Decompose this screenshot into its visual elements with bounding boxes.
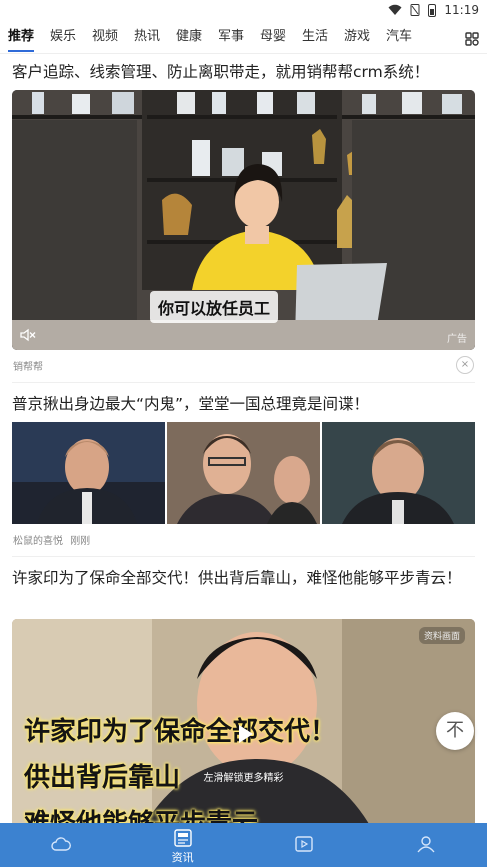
user-icon (417, 836, 435, 853)
tab-0[interactable]: 推荐 (8, 26, 50, 52)
tab-9[interactable]: 汽车 (386, 26, 428, 48)
news-time: 刚刚 (70, 536, 91, 547)
nav-item-news[interactable]: 资讯 (122, 823, 244, 867)
nav-item-video[interactable] (244, 823, 366, 867)
status-time: 11:19 (444, 3, 479, 17)
news-video[interactable]: 资料画面 许家印为了保命全部交代！ 供出背后靠山 难怪他能够平步青云 左滑解锁更… (12, 619, 475, 829)
play-icon[interactable] (228, 718, 260, 750)
tab-6[interactable]: 母婴 (260, 26, 302, 48)
news-image-3 (322, 422, 475, 524)
news-icon (173, 829, 192, 847)
cloud-icon (51, 837, 71, 851)
nav-item-profile[interactable] (365, 823, 487, 867)
tab-3[interactable]: 热讯 (134, 26, 176, 48)
news-image-2 (167, 422, 320, 524)
ad-video[interactable]: 你可以放任员工 广告 (12, 90, 475, 350)
ad-source: 销帮帮 (13, 362, 43, 373)
bottom-nav: 资讯 (0, 823, 487, 867)
status-bar: 11:19 (0, 0, 487, 22)
sim-icon (410, 4, 420, 16)
news-image-1 (12, 422, 165, 524)
category-tab-bar: 推荐 娱乐 视频 热讯 健康 军事 母婴 生活 游戏 汽车 (0, 22, 487, 54)
swipe-hint: 左滑解锁更多精彩 (203, 773, 284, 784)
back-to-top-button[interactable]: 不 (436, 712, 474, 750)
tab-2[interactable]: 视频 (92, 26, 134, 48)
mute-icon[interactable] (20, 328, 36, 342)
divider (12, 382, 475, 383)
news-meta: 松鼠的喜悦 刚刚 (13, 532, 90, 547)
battery-icon (428, 3, 437, 17)
news-source: 松鼠的喜悦 (13, 536, 63, 547)
video-icon (295, 836, 314, 852)
ad-title[interactable]: 客户追踪、线索管理、防止离职带走，就用销帮帮crm系统！ (12, 58, 429, 86)
tab-8[interactable]: 游戏 (344, 26, 386, 48)
divider (12, 556, 475, 557)
source-tag: 资料画面 (418, 627, 465, 644)
tab-1[interactable]: 娱乐 (50, 26, 92, 48)
close-ad-button[interactable]: × (456, 356, 474, 374)
tab-5[interactable]: 军事 (218, 26, 260, 48)
wifi-icon (388, 4, 402, 15)
category-grid-icon[interactable] (465, 32, 479, 46)
news-title[interactable]: 许家印为了保命全部交代！供出背后靠山，难怪他能够平步青云！ (12, 564, 475, 592)
nav-item-home[interactable] (0, 823, 122, 867)
news-image-row[interactable] (12, 422, 475, 524)
ad-video-caption: 你可以放任员工 (150, 291, 279, 323)
tab-4[interactable]: 健康 (176, 26, 218, 48)
tab-7[interactable]: 生活 (302, 26, 344, 48)
nav-label-news: 资讯 (171, 851, 194, 864)
ad-label: 广告 (447, 334, 467, 345)
video-subtitle-line-1: 许家印为了保命全部交代！ (24, 717, 337, 747)
news-title[interactable]: 普京揪出身边最大“内鬼”，堂堂一国总理竟是间谍！ (12, 390, 369, 418)
